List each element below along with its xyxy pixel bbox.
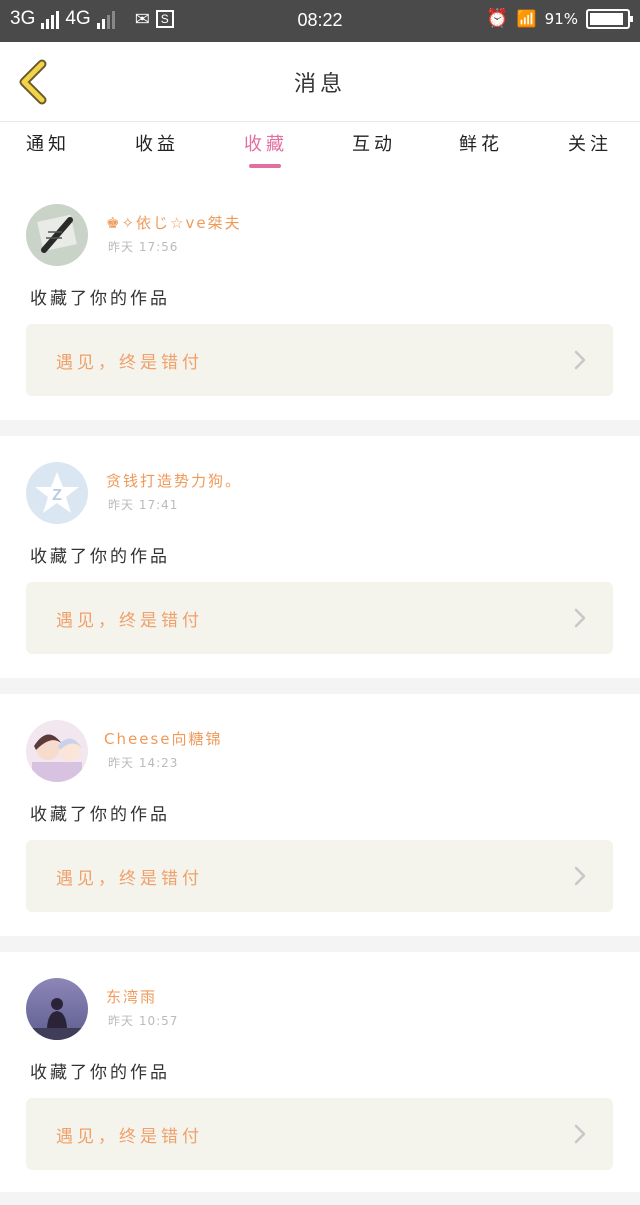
work-title: 遇见，终是错付 [56, 611, 203, 631]
list-item[interactable]: 东湾雨 昨天 10:57 收藏了你的作品 遇见，终是错付 [0, 952, 640, 1192]
avatar[interactable] [26, 978, 88, 1040]
work-link[interactable]: 遇见，终是错付 [26, 1098, 613, 1170]
work-title: 遇见，终是错付 [56, 1127, 203, 1147]
page-title: 消息 [293, 72, 346, 97]
work-link[interactable]: 遇见，终是错付 [26, 324, 613, 396]
tab-flowers[interactable]: 鲜花 [441, 130, 521, 156]
username[interactable]: 东湾雨 [106, 986, 157, 1007]
action-text: 收藏了你的作品 [30, 547, 170, 567]
timestamp: 昨天 17:41 [108, 498, 179, 512]
tab-bar: 通知 收益 收藏 互动 鲜花 关注 [0, 122, 640, 178]
chevron-right-icon [574, 350, 586, 370]
tab-favorites[interactable]: 收藏 [226, 130, 306, 156]
username[interactable]: 贪钱打造势力狗。 [106, 470, 242, 491]
timestamp: 昨天 10:57 [108, 1014, 179, 1028]
action-text: 收藏了你的作品 [30, 1063, 170, 1083]
battery-icon [586, 8, 633, 29]
avatar[interactable]: Z [26, 462, 88, 524]
action-text: 收藏了你的作品 [30, 289, 170, 309]
tab-following[interactable]: 关注 [550, 130, 630, 156]
list-item[interactable]: Z 贪钱打造势力狗。 昨天 17:41 收藏了你的作品 遇见，终是错付 [0, 436, 640, 678]
work-title: 遇见，终是错付 [56, 353, 203, 373]
chevron-right-icon [574, 608, 586, 628]
timestamp: 昨天 17:56 [108, 240, 179, 254]
tab-interactions[interactable]: 互动 [334, 130, 414, 156]
work-title: 遇见，终是错付 [56, 869, 203, 889]
header: 消息 [0, 42, 640, 122]
wifi-icon: 📶 [516, 9, 537, 28]
status-bar: 3G 4G ✉ S 08:22 ⏰ 📶 91% [0, 0, 640, 42]
svg-text:Z: Z [52, 487, 62, 504]
work-link[interactable]: 遇见，终是错付 [26, 840, 613, 912]
tab-notifications[interactable]: 通知 [8, 130, 88, 156]
active-tab-indicator [249, 164, 281, 168]
list-item[interactable]: Cheese向糖锦 昨天 14:23 收藏了你的作品 遇见，终是错付 [0, 694, 640, 936]
tab-earnings[interactable]: 收益 [117, 130, 197, 156]
chevron-right-icon [574, 866, 586, 886]
chevron-right-icon [574, 1124, 586, 1144]
username[interactable]: ♚✧依じ☆ve桀夫 [106, 212, 242, 233]
work-link[interactable]: 遇见，终是错付 [26, 582, 613, 654]
avatar[interactable] [26, 720, 88, 782]
list-item[interactable]: ♚✧依じ☆ve桀夫 昨天 17:56 收藏了你的作品 遇见，终是错付 [0, 178, 640, 420]
timestamp: 昨天 14:23 [108, 756, 179, 770]
avatar[interactable] [26, 204, 88, 266]
action-text: 收藏了你的作品 [30, 805, 170, 825]
alarm-icon: ⏰ [486, 8, 509, 29]
username[interactable]: Cheese向糖锦 [104, 728, 222, 749]
battery-percent: 91% [544, 9, 578, 28]
